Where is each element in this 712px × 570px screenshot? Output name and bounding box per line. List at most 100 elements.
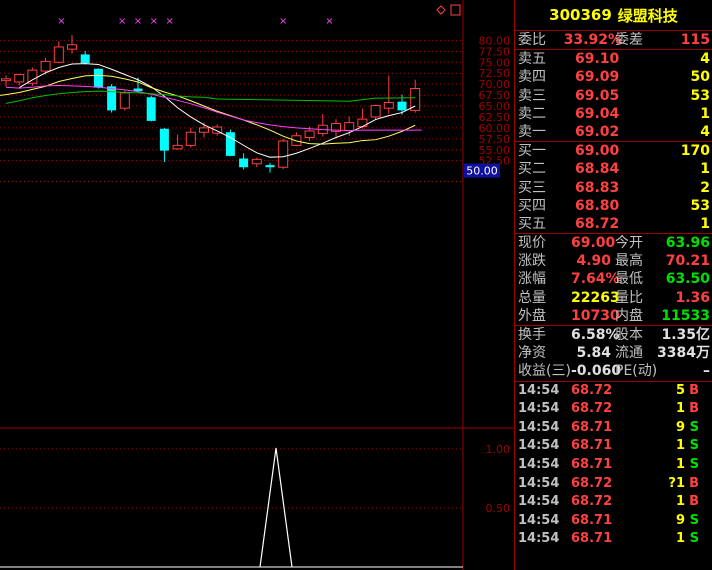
ma-line-magenta [5, 84, 363, 132]
tick-time: 14:54 [518, 419, 560, 435]
weicha-label: 委差 [615, 32, 643, 48]
bid-label: 买四 [518, 197, 546, 214]
bid-price: 68.72 [575, 215, 620, 232]
tick-row[interactable]: 14:54 68.71 1 S [515, 530, 712, 549]
fund-value: -0.060 [571, 363, 622, 380]
candle-body-up [119, 92, 130, 109]
quote-value: 7.64% [571, 271, 620, 288]
tick-direction: S [689, 438, 699, 454]
bid-row[interactable]: 买五 68.72 1 [515, 215, 712, 233]
signal-marker: × [279, 16, 287, 27]
quote-label: 涨跌 [518, 253, 546, 270]
tick-price: 68.72 [571, 494, 613, 510]
tick-time: 14:54 [518, 475, 560, 491]
fund-row: 净资 5.84 流通 3384万 [515, 344, 712, 362]
candle-body-up [383, 102, 394, 109]
ask-row[interactable]: 卖一 69.02 4 [515, 123, 712, 141]
ask-row[interactable]: 卖四 69.09 50 [515, 68, 712, 86]
tick-row[interactable]: 14:54 68.72 1 B [515, 400, 712, 419]
bid-row[interactable]: 买二 68.84 1 [515, 160, 712, 178]
candle-body-up [304, 130, 315, 139]
tick-price: 68.72 [571, 401, 613, 417]
kline-chart[interactable]: 80.0077.5075.0072.5070.0067.5065.0062.50… [0, 0, 514, 570]
candle-body-down [159, 128, 169, 151]
signal-marker: × [325, 16, 333, 27]
bid-row[interactable]: 买四 68.80 53 [515, 197, 712, 215]
ask-volume: 4 [700, 123, 710, 140]
ask-row[interactable]: 卖五 69.10 4 [515, 50, 712, 68]
tick-time: 14:54 [518, 494, 560, 510]
quote-value: 63.50 [665, 271, 710, 288]
signal-marker: × [165, 16, 173, 27]
ask-label: 卖一 [518, 123, 546, 140]
tick-row[interactable]: 14:54 68.72 5 B [515, 382, 712, 401]
candle-body-up [251, 158, 262, 165]
tick-row[interactable]: 14:54 68.71 9 S [515, 512, 712, 531]
candle-body-up [53, 46, 64, 63]
ask-price: 69.10 [575, 51, 620, 68]
candle-body-up [278, 140, 289, 168]
tick-price: 68.71 [571, 531, 613, 547]
candle-body-up [344, 122, 355, 132]
fund-value: 6.58% [571, 327, 620, 343]
quote-label: 涨幅 [518, 271, 546, 288]
tick-price: 68.71 [571, 512, 613, 528]
tick-direction: B [689, 382, 699, 398]
ask-label: 卖三 [518, 87, 546, 104]
weibi-value: 33.92% [563, 32, 622, 48]
tick-direction: B [689, 494, 699, 510]
signal-marker: × [57, 16, 65, 27]
ask-row[interactable]: 卖三 69.05 53 [515, 87, 712, 105]
bid-label: 买五 [518, 215, 546, 232]
tick-row[interactable]: 14:54 68.71 1 S [515, 456, 712, 475]
quote-label: 总量 [518, 289, 546, 306]
quote-value: 4.90 [576, 253, 611, 270]
quote-value: 22263 [571, 289, 620, 306]
tick-row[interactable]: 14:54 68.72 1 B [515, 493, 712, 512]
fund-row: 换手 6.58% 股本 1.35亿 [515, 326, 712, 344]
tick-row[interactable]: 14:54 68.71 1 S [515, 437, 712, 456]
candle-body-down [80, 54, 90, 64]
weicha-value: 115 [680, 32, 710, 48]
stock-header[interactable]: 300369 绿盟科技 [515, 0, 712, 31]
ask-volume: 50 [690, 69, 710, 86]
bid-volume: 53 [690, 197, 710, 214]
candle-body-up [370, 105, 381, 118]
candle-body-down [93, 68, 103, 88]
ask-row[interactable]: 卖二 69.04 1 [515, 105, 712, 123]
quote-value: 11533 [661, 307, 710, 324]
tick-time: 14:54 [518, 456, 560, 472]
quote-stats: 现价 69.00 今开 63.96 涨跌 4.90 最高 70.21 涨幅 7.64% 最低 63.5… [515, 234, 712, 326]
fund-label: 流通 [615, 345, 643, 362]
quote-row: 外盘 10730 内盘 11533 [515, 307, 712, 325]
bid-list: 买一 69.00 170 买二 68.84 1 买三 68.83 2 买四 68.80 53 买五 68.… [515, 142, 712, 235]
tick-price: 68.71 [571, 456, 613, 472]
tick-direction: S [689, 456, 699, 472]
quote-label: 内盘 [615, 307, 643, 324]
fund-label: 收益(三) [518, 363, 571, 380]
bid-row[interactable]: 买三 68.83 2 [515, 179, 712, 197]
diamond-icon [436, 5, 446, 15]
tick-list[interactable]: 14:54 68.72 5 B 14:54 68.72 1 B 14:54 68.71 9 S 14:5… [515, 382, 712, 549]
ma-line-green-ext [217, 97, 416, 102]
tick-row[interactable]: 14:54 68.71 9 S [515, 419, 712, 438]
quote-label: 量比 [615, 289, 643, 306]
candle-body-up [14, 74, 25, 83]
bid-row[interactable]: 买一 69.00 170 [515, 142, 712, 160]
ask-label: 卖五 [518, 51, 546, 68]
tick-row[interactable]: 14:54 68.72 ?1 B [515, 475, 712, 494]
tick-price: 68.72 [571, 475, 613, 491]
tick-direction: S [689, 512, 699, 528]
candle-body-up [40, 60, 51, 72]
tick-direction: S [689, 531, 699, 547]
quote-row: 涨幅 7.64% 最低 63.50 [515, 270, 712, 288]
fund-row: 收益(三) -0.060 PE(动) – [515, 362, 712, 380]
ask-volume: 53 [690, 87, 710, 104]
fund-value: – [703, 363, 710, 380]
candle-body-up [199, 127, 209, 133]
candle-body-up [172, 144, 183, 150]
fund-label: 股本 [615, 327, 643, 343]
tick-time: 14:54 [518, 401, 560, 417]
fund-label: 净资 [518, 345, 546, 362]
stock-name: 绿盟科技 [617, 6, 678, 25]
